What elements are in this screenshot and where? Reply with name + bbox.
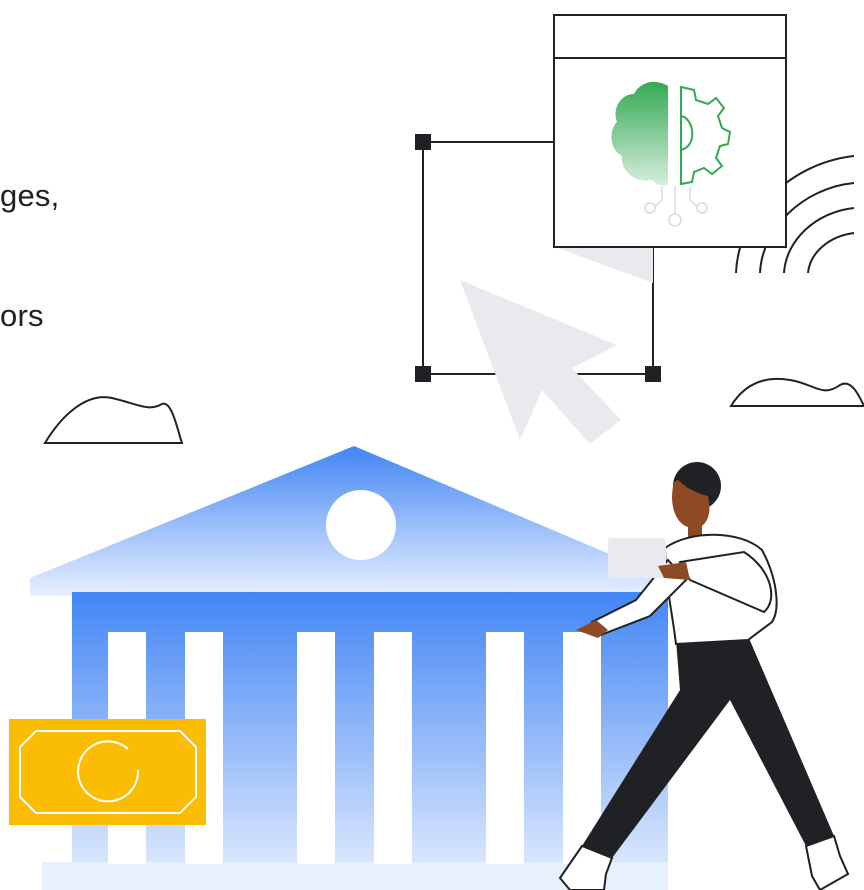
illustration [9,14,864,890]
cursor-arrow-icon [460,280,621,444]
cloud-icon [43,396,184,444]
banknote-icon [9,719,206,825]
cloud-icon [729,377,864,407]
window-icon [553,14,787,248]
